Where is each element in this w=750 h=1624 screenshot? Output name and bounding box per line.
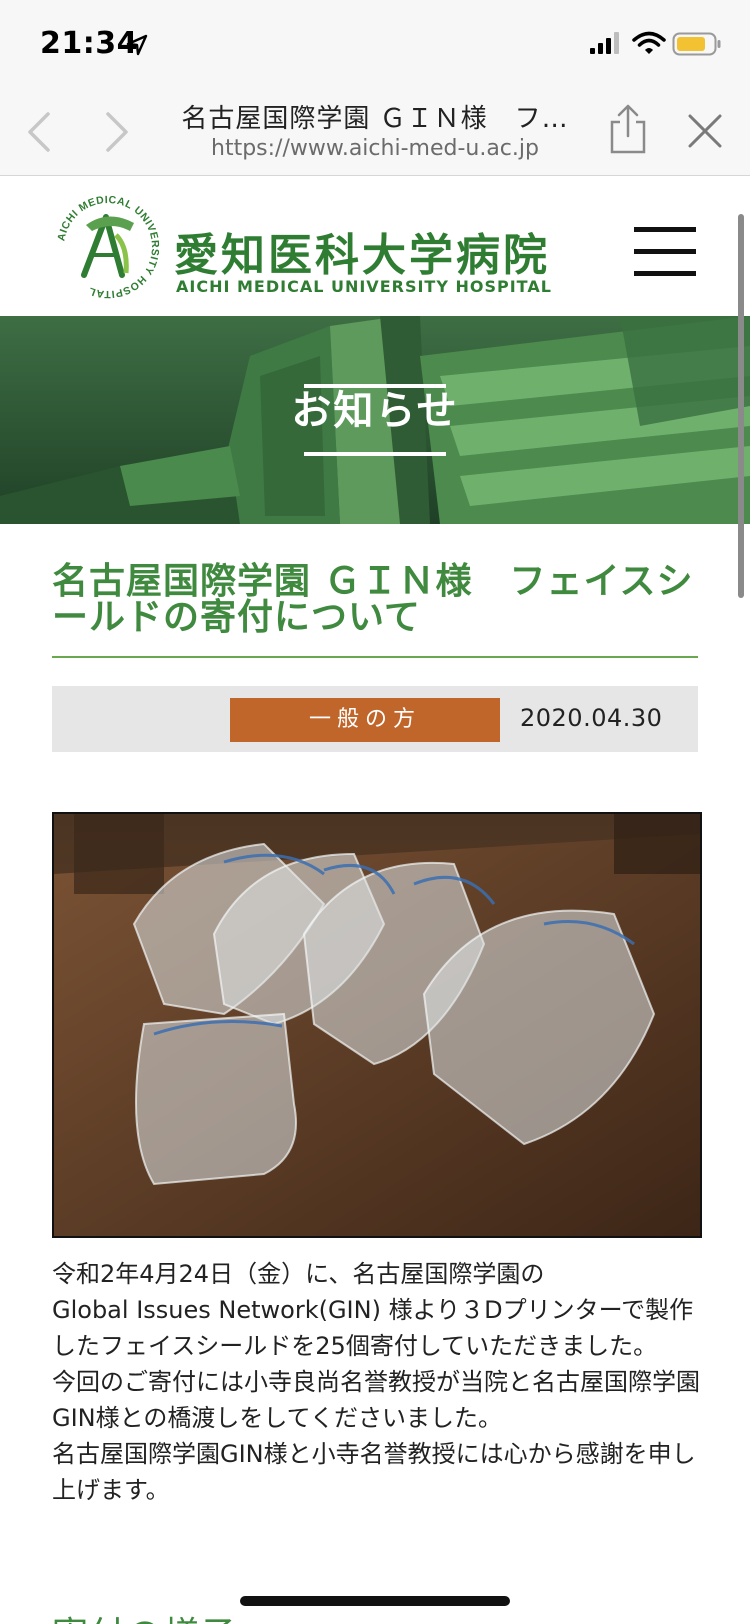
share-icon[interactable]	[606, 102, 650, 156]
article-body: 令和2年4月24日（金）に、名古屋国際学園の Global Issues Net…	[52, 1256, 702, 1508]
battery-icon	[672, 32, 721, 56]
hamburger-menu-icon[interactable]	[634, 227, 696, 277]
hospital-logo-emblem[interactable]: AICHI MEDICAL UNIVERSITY HOSPITAL	[56, 195, 160, 299]
site-header: AICHI MEDICAL UNIVERSITY HOSPITAL 愛知医科大学…	[0, 177, 750, 316]
cellular-signal-icon	[590, 32, 619, 54]
forward-chevron-icon[interactable]	[96, 110, 136, 154]
article-meta-bar: 一般の方 2020.04.30	[52, 686, 698, 752]
article-title: 名古屋国際学園 ＧＩＮ様 フェイスシールドの寄付について	[52, 561, 694, 638]
status-bar: 21:34	[0, 0, 750, 88]
home-indicator[interactable]	[240, 1596, 510, 1606]
article-paragraph: 令和2年4月24日（金）に、名古屋国際学園の	[52, 1260, 545, 1288]
close-icon[interactable]	[686, 112, 724, 150]
browser-toolbar: 名古屋国際学園 ＧＩＮ様 フ… https://www.aichi-med-u.…	[0, 88, 750, 176]
article-paragraph: 名古屋国際学園GIN様と小寺名誉教授には心から感謝を申し上げます。	[52, 1440, 696, 1504]
hero-title: お知らせ	[291, 388, 459, 434]
hero-title-rule-bottom	[304, 452, 446, 456]
article-paragraph: Global Issues Network(GIN) 様より３Dプリンターで製作…	[52, 1296, 694, 1360]
browser-page-title: 名古屋国際学園 ＧＩＮ様 フ…	[181, 104, 569, 134]
back-chevron-icon[interactable]	[20, 110, 60, 154]
scroll-indicator[interactable]	[738, 214, 744, 598]
site-name-jp[interactable]: 愛知医科大学病院	[174, 219, 550, 283]
location-arrow-icon	[126, 34, 148, 56]
site-name-en[interactable]: AICHI MEDICAL UNIVERSITY HOSPITAL	[176, 277, 552, 296]
next-section-heading: 寄付の様子	[52, 1606, 237, 1624]
title-divider	[52, 656, 698, 658]
hero-banner: お知らせ	[0, 316, 750, 524]
post-date: 2020.04.30	[520, 704, 663, 732]
browser-url[interactable]: https://www.aichi-med-u.ac.jp	[170, 136, 580, 161]
face-shields-photo	[52, 812, 702, 1238]
category-badge[interactable]: 一般の方	[230, 698, 500, 742]
status-time: 21:34	[40, 26, 138, 61]
wifi-icon	[632, 31, 666, 54]
article-paragraph: 今回のご寄付には小寺良尚名誉教授が当院と名古屋国際学園GIN様との橋渡しをしてく…	[52, 1368, 700, 1432]
